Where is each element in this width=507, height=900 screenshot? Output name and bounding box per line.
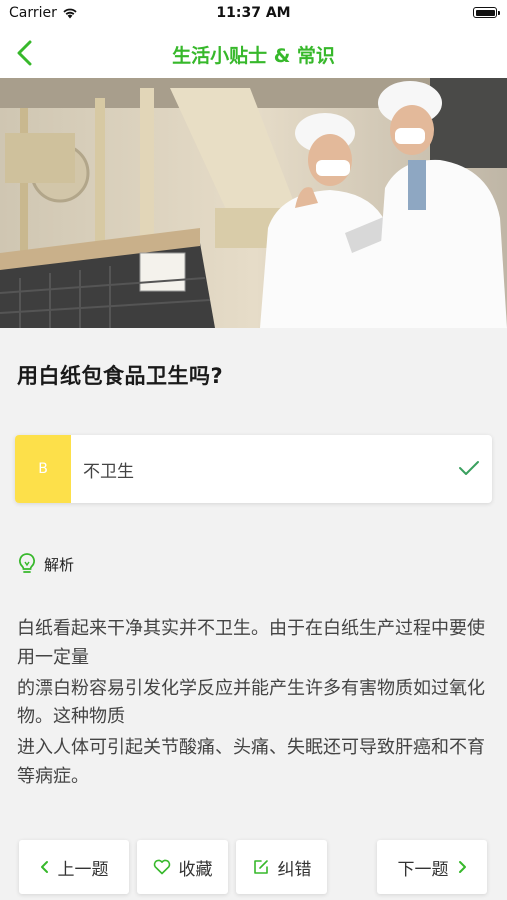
lightbulb-icon — [19, 553, 35, 573]
next-question-label: 下一题 — [397, 859, 449, 880]
prev-question-label: 上一题 — [57, 859, 109, 880]
chevron-left-icon — [40, 861, 48, 873]
edit-icon — [253, 860, 268, 874]
analysis-paragraph: 白纸看起来干净其实并不卫生。由于在白纸生产过程中要使用一定量 — [17, 618, 485, 668]
chevron-right-icon — [458, 861, 466, 873]
nav-bar: 生活小贴士 & 常识 — [0, 28, 507, 78]
hero-image — [0, 78, 507, 328]
status-time: 11:37 AM — [216, 5, 291, 21]
favorite-label: 收藏 — [178, 859, 213, 880]
answer-option[interactable]: B 不卫生 — [15, 435, 492, 503]
battery-icon — [473, 7, 500, 18]
analysis-paragraph: 进入人体可引起关节酸痛、头痛、失眠还可导致肝癌和不育等病症。 — [17, 737, 485, 787]
page-title: 生活小贴士 & 常识 — [172, 45, 335, 67]
check-icon — [459, 461, 479, 475]
report-error-label: 纠错 — [277, 859, 312, 880]
answer-text: 不卫生 — [83, 462, 134, 482]
prev-question-button[interactable]: 上一题 — [19, 840, 129, 894]
favorite-button[interactable]: 收藏 — [137, 840, 228, 894]
analysis-paragraph: 的漂白粉容易引发化学反应并能产生许多有害物质如过氧化物。这种物质 — [17, 677, 485, 728]
analysis-label: 解析 — [44, 555, 75, 574]
next-question-button[interactable]: 下一题 — [377, 840, 487, 894]
question-text: 用白纸包食品卫生吗? — [17, 364, 224, 388]
analysis-body: 白纸看起来干净其实并不卫生。由于在白纸生产过程中要使用一定量 的漂白粉容易引发化… — [17, 615, 497, 794]
status-bar: Carrier 11:37 AM — [0, 0, 507, 28]
answer-letter-badge: B — [15, 435, 71, 503]
heart-icon — [153, 859, 170, 875]
report-error-button[interactable]: 纠错 — [236, 840, 327, 894]
analysis-header: 解析 — [18, 552, 74, 576]
